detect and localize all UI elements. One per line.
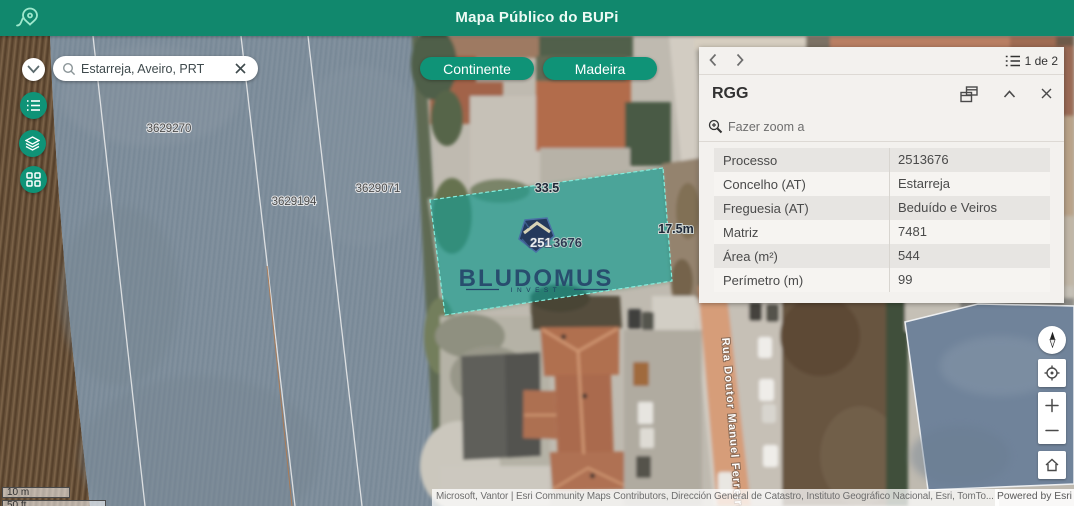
svg-text:INVEST: INVEST <box>511 287 561 294</box>
svg-text:3676: 3676 <box>553 235 582 250</box>
svg-text:3629194: 3629194 <box>272 196 317 208</box>
svg-text:3629270: 3629270 <box>147 123 192 135</box>
svg-text:33.5: 33.5 <box>535 181 559 195</box>
svg-text:3629071: 3629071 <box>356 183 401 195</box>
svg-text:17.5m: 17.5m <box>658 222 693 236</box>
svg-text:251: 251 <box>530 235 552 250</box>
